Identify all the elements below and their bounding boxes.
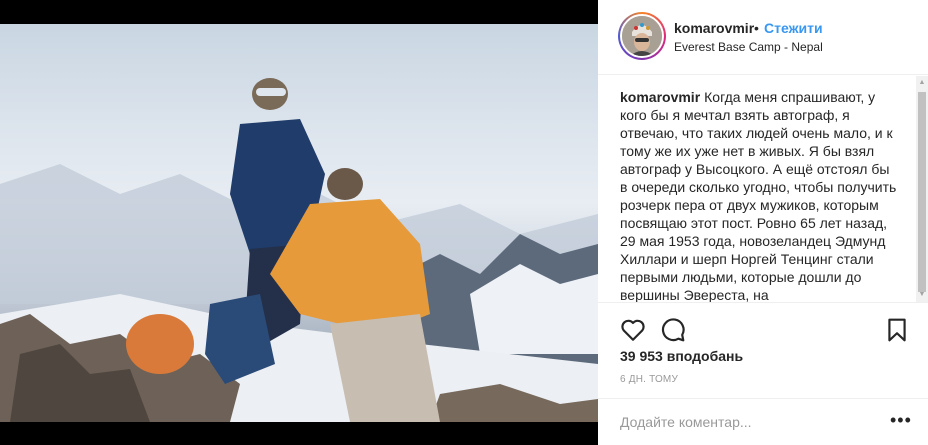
like-count[interactable]: 39 953 вподобань: [620, 348, 743, 364]
heart-icon[interactable]: [620, 317, 646, 343]
photo-illustration: [0, 78, 598, 422]
action-bar: [598, 302, 928, 352]
post-timestamp[interactable]: 6 ДН. ТОМУ: [620, 374, 678, 385]
follow-button[interactable]: Стежити: [764, 20, 823, 36]
caption-username-link[interactable]: komarovmir: [620, 89, 700, 105]
caption-text: Когда меня спрашивают, у кого бы я мечта…: [620, 89, 897, 302]
caption-area: komarovmir Когда меня спрашивают, у кого …: [598, 76, 928, 302]
avatar-portrait-icon: [622, 16, 662, 56]
caption: komarovmir Когда меня спрашивают, у кого …: [620, 88, 900, 302]
scroll-thumb[interactable]: [918, 92, 926, 292]
post-photo[interactable]: [0, 24, 598, 422]
photo-pane: [0, 0, 598, 445]
bookmark-icon[interactable]: [884, 317, 910, 343]
comment-bar: •••: [598, 398, 928, 445]
avatar-image: [620, 14, 664, 58]
avatar[interactable]: [618, 12, 666, 60]
post-sidebar: komarovmir • Стежити Everest Base Camp -…: [598, 0, 928, 445]
location-link[interactable]: Everest Base Camp - Nepal: [674, 40, 823, 54]
scroll-down-arrow-icon[interactable]: ▼: [918, 290, 926, 300]
comment-input[interactable]: [620, 411, 880, 433]
scroll-up-arrow-icon[interactable]: ▲: [918, 78, 926, 88]
separator-dot: •: [754, 20, 759, 36]
caption-scrollbar[interactable]: ▲ ▼: [916, 76, 928, 302]
post-header: komarovmir • Стежити Everest Base Camp -…: [598, 0, 928, 75]
comment-icon[interactable]: [660, 317, 686, 343]
more-options-button[interactable]: •••: [890, 411, 912, 429]
username-link[interactable]: komarovmir: [674, 20, 754, 36]
